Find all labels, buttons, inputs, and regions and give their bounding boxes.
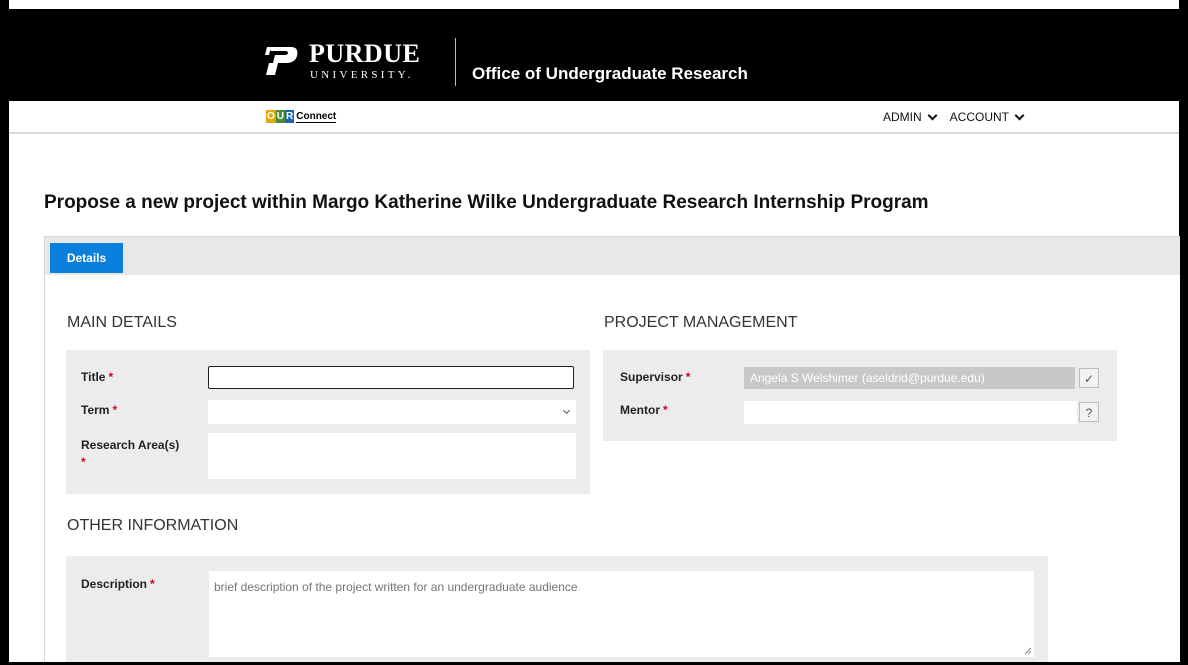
logo-letter-u: U <box>275 110 286 123</box>
term-label: Term * <box>81 403 117 417</box>
check-icon: ✓ <box>1083 372 1095 386</box>
research-area-input[interactable] <box>208 433 576 479</box>
research-area-input-box[interactable] <box>209 434 575 478</box>
other-information-heading: OTHER INFORMATION <box>67 517 239 534</box>
term-select[interactable] <box>208 400 576 424</box>
supervisor-field[interactable]: Angela S Welshimer (aseldrid@purdue.edu) <box>744 367 1075 389</box>
project-management-heading: PROJECT MANAGEMENT <box>604 314 798 331</box>
other-information-panel: Description * <box>66 556 1048 662</box>
mentor-label-text: Mentor <box>620 403 660 417</box>
purdue-p-logo-icon <box>265 47 298 75</box>
main-details-heading: MAIN DETAILS <box>67 314 177 331</box>
nav-item-admin[interactable]: ADMIN <box>883 110 938 124</box>
office-title[interactable]: Office of Undergraduate Research <box>472 64 748 84</box>
research-area-label: Research Area(s) * <box>81 437 201 471</box>
title-label: Title * <box>81 370 113 384</box>
description-label-text: Description <box>81 577 148 591</box>
site-header: PURDUE UNIVERSITY. Office of Undergradua… <box>9 9 1179 101</box>
required-marker: * <box>81 455 86 469</box>
term-label-text: Term <box>81 403 110 417</box>
mentor-input-box[interactable] <box>745 402 1076 423</box>
tab-details[interactable]: Details <box>50 243 123 273</box>
chevron-down-icon <box>927 110 938 120</box>
nav-bar: O U R Connect ADMIN ACCOUNT <box>9 101 1179 134</box>
details-content: MAIN DETAILS Title * Term * Research Area(… <box>44 275 1180 662</box>
university-name: PURDUE <box>309 39 421 68</box>
research-area-label-text: Research Area(s) <box>81 438 180 452</box>
project-management-panel: Supervisor * Angela S Welshimer (aseldrid… <box>603 350 1117 441</box>
logo-letter-r: R <box>285 110 295 123</box>
top-margin <box>0 0 1188 9</box>
our-connect-logo[interactable]: O U R Connect <box>266 109 337 124</box>
university-sub: UNIVERSITY. <box>310 69 414 81</box>
mentor-label: Mentor * <box>620 403 668 417</box>
nav-menu: ADMIN ACCOUNT <box>883 110 1025 124</box>
right-frame-border <box>1179 0 1188 665</box>
logo-connect-text: Connect <box>296 110 337 123</box>
required-marker: * <box>150 577 155 591</box>
supervisor-check-button[interactable]: ✓ <box>1079 368 1099 388</box>
mentor-help-button[interactable]: ? <box>1079 402 1099 422</box>
title-label-text: Title <box>81 370 106 384</box>
tab-strip: Details <box>44 236 1180 276</box>
left-frame-border <box>0 0 9 665</box>
header-divider <box>455 38 456 86</box>
chevron-down-icon <box>562 406 571 415</box>
required-marker: * <box>685 370 691 384</box>
title-input-box[interactable] <box>209 367 573 388</box>
title-input[interactable] <box>208 366 574 389</box>
supervisor-label: Supervisor * <box>620 370 690 384</box>
description-textarea-box[interactable] <box>210 572 1033 656</box>
chevron-down-icon <box>1014 110 1025 120</box>
mentor-input[interactable] <box>744 401 1077 424</box>
nav-item-admin-label: ADMIN <box>883 110 922 124</box>
supervisor-label-text: Supervisor <box>620 370 683 384</box>
nav-item-account[interactable]: ACCOUNT <box>949 110 1025 124</box>
nav-item-account-label: ACCOUNT <box>949 110 1010 124</box>
resize-grip-icon[interactable] <box>1024 647 1031 654</box>
help-icon: ? <box>1085 406 1093 420</box>
description-textarea[interactable] <box>209 571 1034 657</box>
main-details-panel: Title * Term * Research Area(s) * <box>66 350 590 494</box>
logo-letter-o: O <box>266 110 276 123</box>
required-marker: * <box>112 403 118 417</box>
required-marker: * <box>663 403 668 417</box>
description-label: Description * <box>81 577 155 591</box>
page-title: Propose a new project within Margo Kathe… <box>44 192 929 213</box>
required-marker: * <box>108 370 114 384</box>
